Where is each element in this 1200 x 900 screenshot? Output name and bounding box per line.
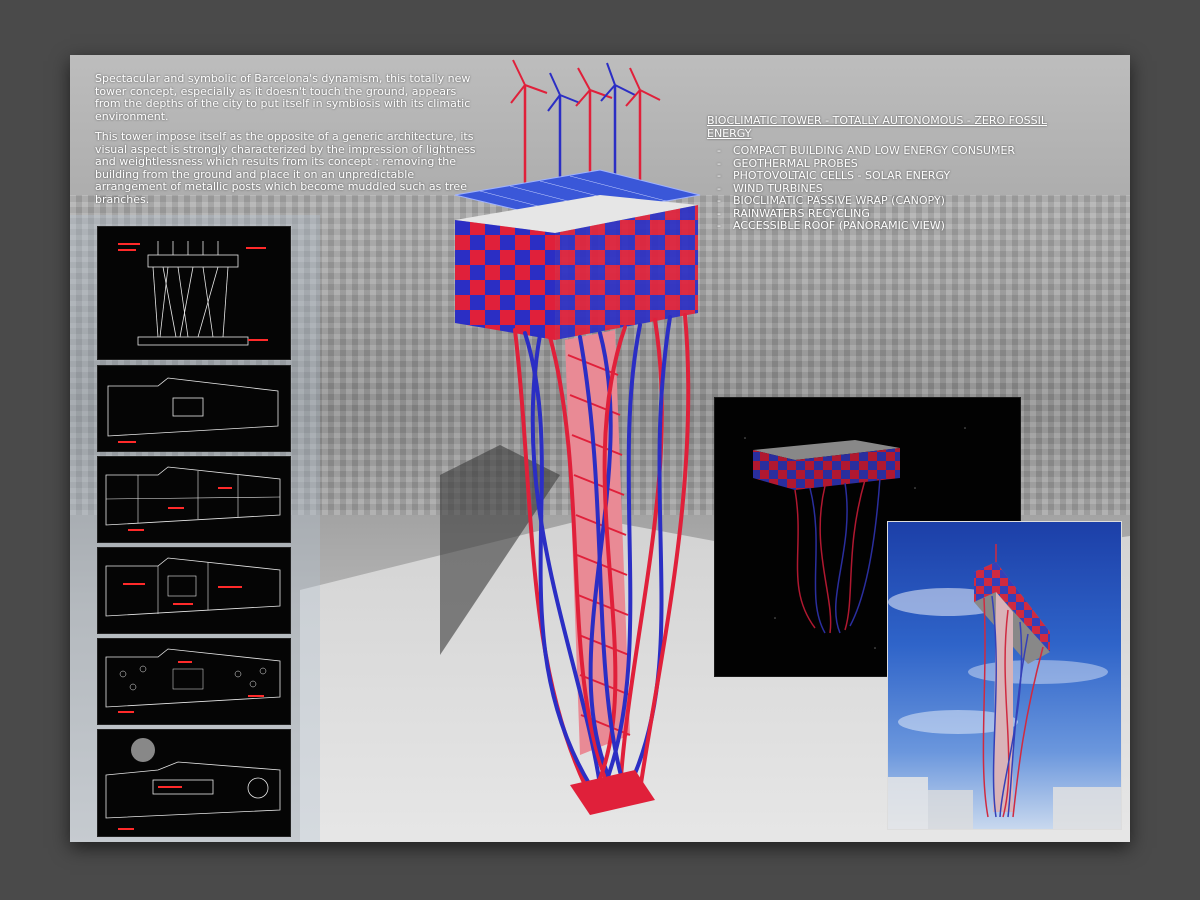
site-plan-drawing: [97, 729, 291, 837]
features-items: - COMPACT BUILDING AND LOW ENERGY CONSUME…: [707, 144, 1067, 233]
floor-plan-1-graphic: [105, 466, 281, 531]
floor-plan-3-graphic: [105, 648, 281, 713]
daylight-render-graphic: [888, 544, 1121, 829]
feature-item: - ACCESSIBLE ROOF (PANORAMIC VIEW): [717, 219, 945, 232]
roof-plan-graphic: [107, 377, 279, 443]
floor-plan-drawing-3: [97, 638, 291, 725]
tower-render-graphic: [380, 59, 701, 815]
floor-plan-drawing-2: [97, 547, 291, 634]
floor-plan-2-graphic: [105, 557, 281, 617]
features-title: BIOCLIMATIC TOWER - TOTALLY AUTONOMOUS -…: [707, 114, 1047, 140]
section-drawing: [97, 226, 291, 360]
daylight-render: [887, 521, 1122, 830]
roof-plan-drawing: [97, 365, 291, 452]
floor-plan-drawing-1: [97, 456, 291, 543]
intro-paragraph-1: Spectacular and symbolic of Barcelona's …: [95, 72, 471, 123]
presentation-board: Spectacular and symbolic of Barcelona's …: [70, 55, 1130, 842]
features-list: BIOCLIMATIC TOWER - TOTALLY AUTONOMOUS -…: [707, 114, 1067, 233]
intro-text: Spectacular and symbolic of Barcelona's …: [95, 72, 485, 214]
site-plan-graphic: [105, 738, 281, 830]
technical-drawings-column: [70, 215, 320, 842]
tower-render: [380, 55, 740, 842]
intro-paragraph-2: This tower impose itself as the opposite…: [95, 130, 476, 206]
section-drawing-graphic: [118, 241, 268, 346]
